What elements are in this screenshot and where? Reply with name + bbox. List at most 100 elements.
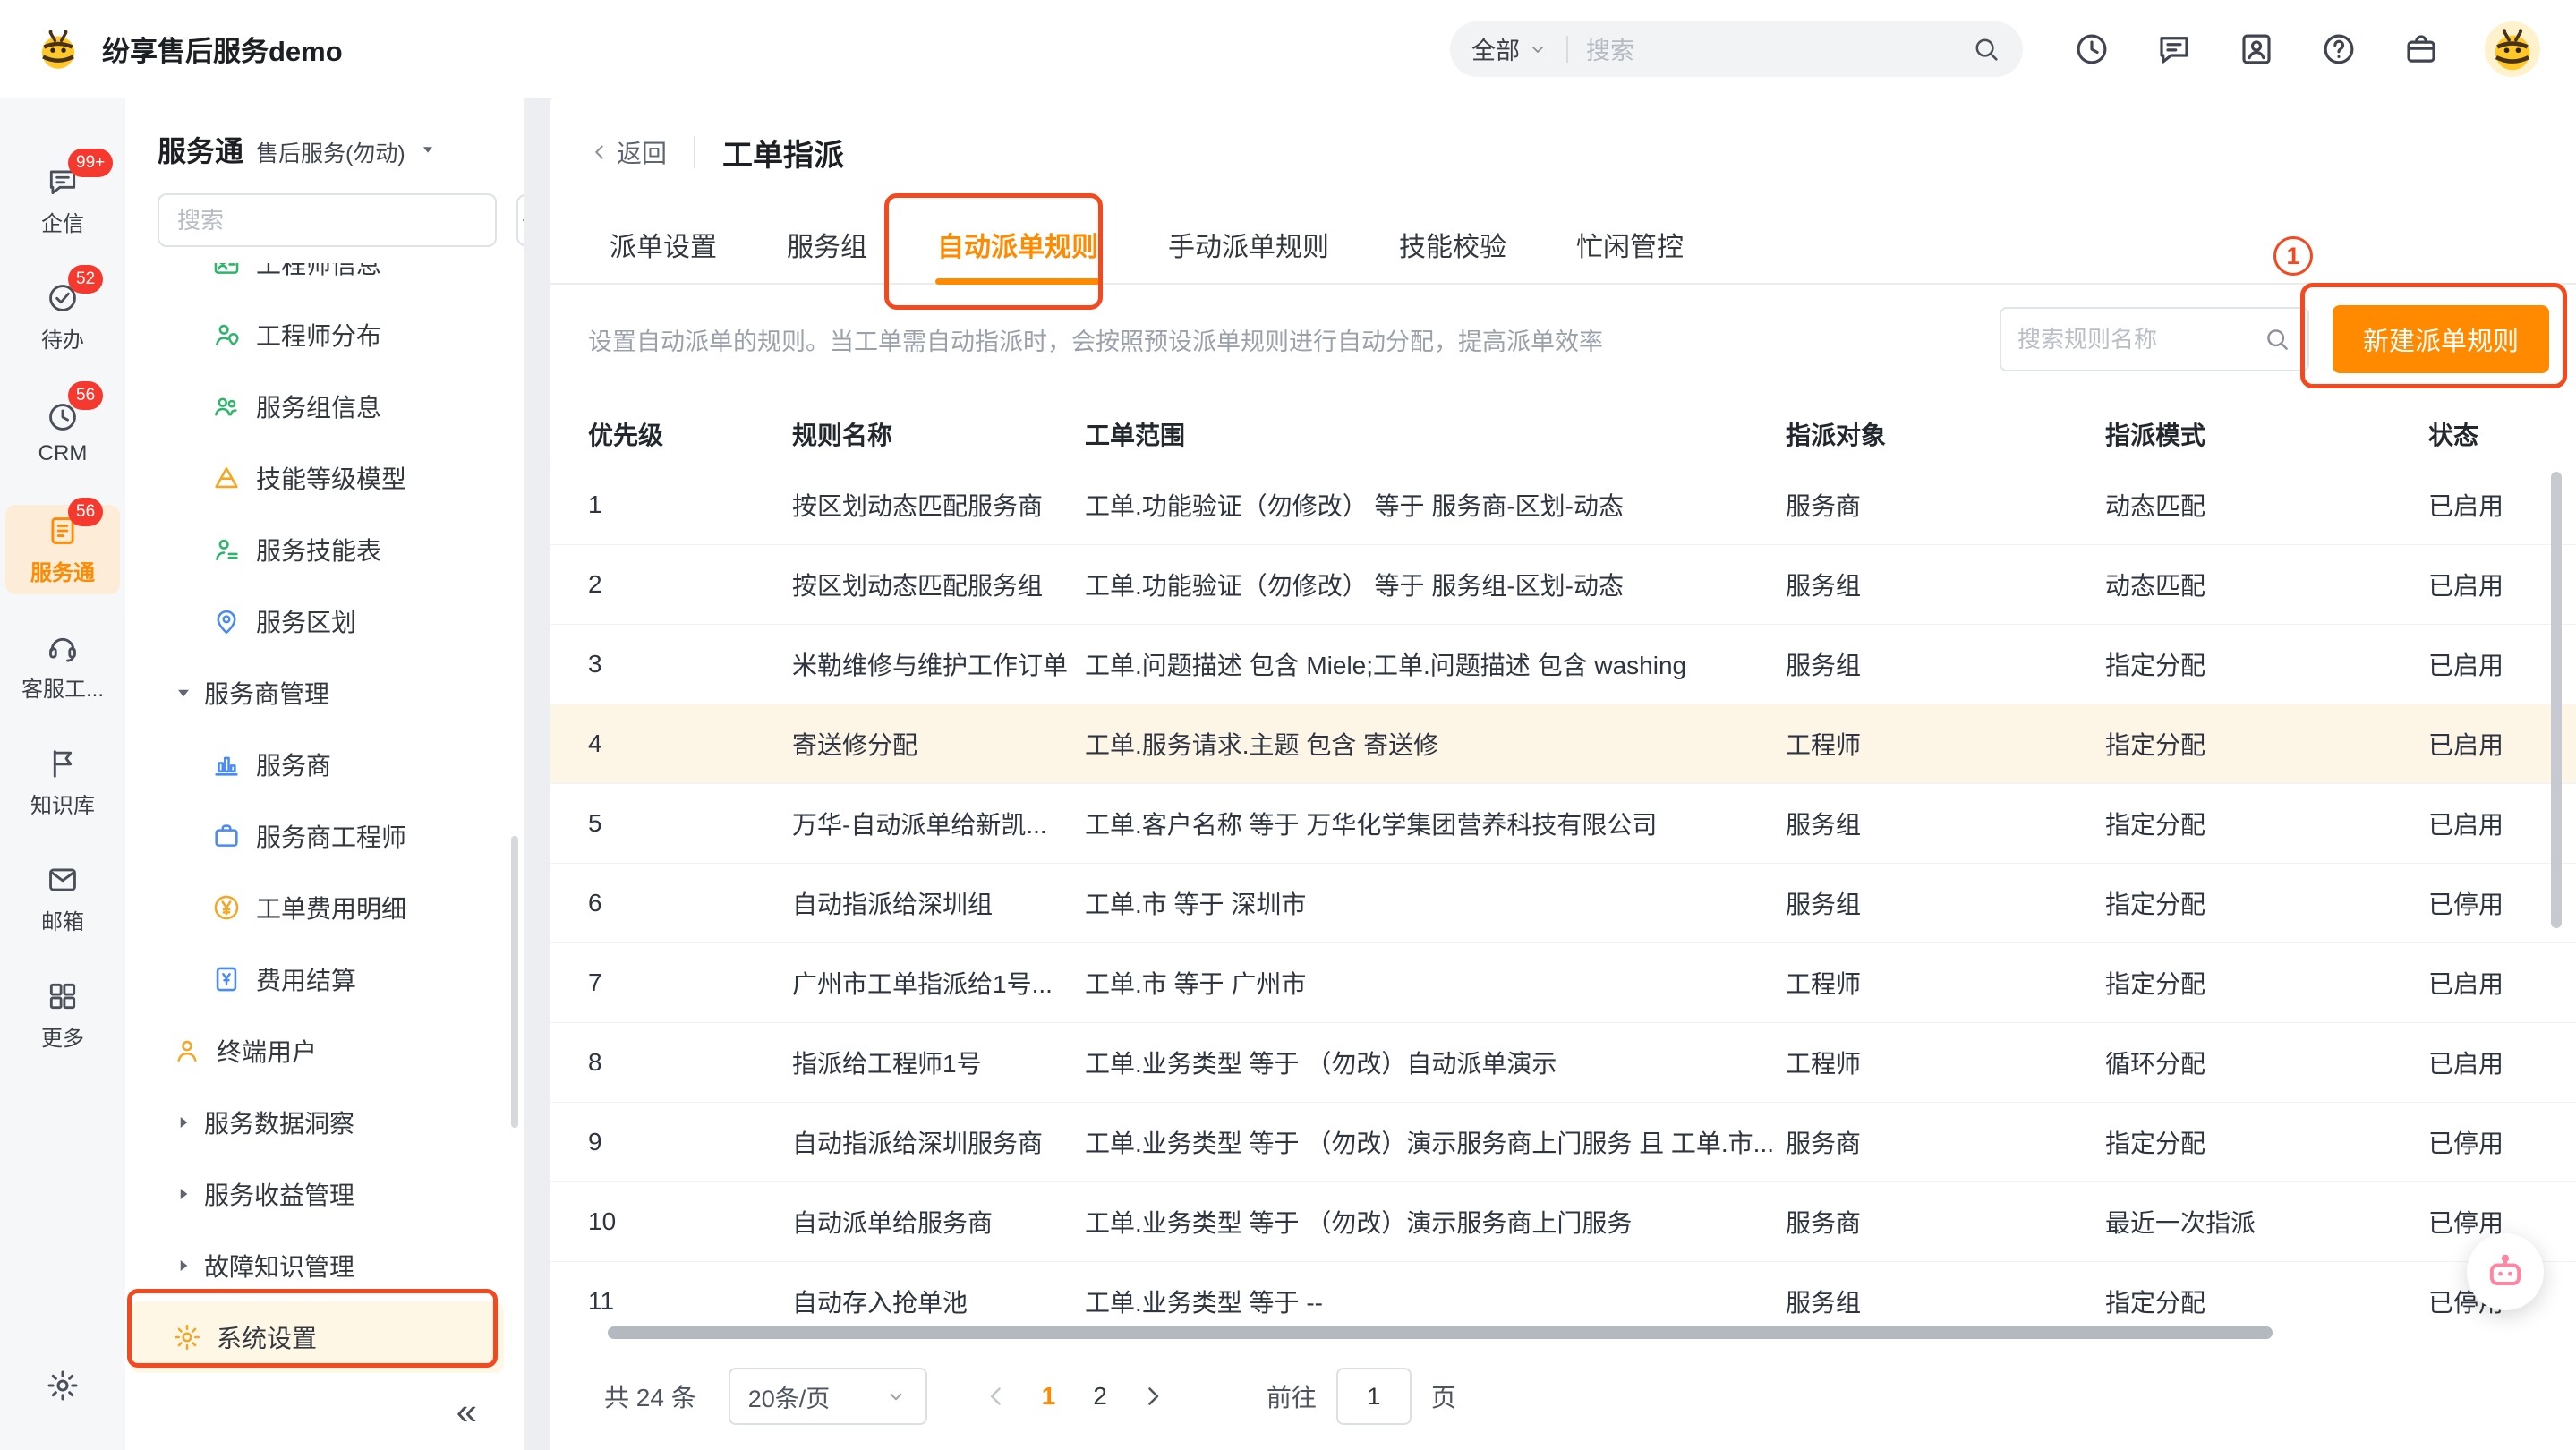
vertical-scrollbar[interactable] xyxy=(2551,472,2562,928)
page-1-button[interactable]: 1 xyxy=(1042,1382,1056,1411)
sidebar-item-3[interactable]: 技能等级模型 xyxy=(125,442,524,514)
sidebar-item-15[interactable]: 系统设置 xyxy=(131,1301,504,1373)
table-row-9[interactable]: 9自动指派给深圳服务商工单.业务类型 等于 （勿改）演示服务商上门服务 且 工单… xyxy=(550,1103,2576,1182)
sidebar-item-12[interactable]: 服务数据洞察 xyxy=(125,1087,524,1158)
column-header-5: 状态 xyxy=(2428,416,2555,452)
rail-item-fuwutong[interactable]: 服务通56 xyxy=(5,505,120,594)
cell-status: 已停用 xyxy=(2428,885,2555,921)
table-row-6[interactable]: 6自动指派给深圳组工单.市 等于 深圳市服务组指定分配已停用 xyxy=(550,864,2576,943)
sidebar-item-2[interactable]: 服务组信息 xyxy=(125,371,524,442)
cell-mode: 指定分配 xyxy=(2105,806,2428,841)
table-row-3[interactable]: 3米勒维修与维护工作订单工单.问题描述 包含 Miele;工单.问题描述 包含 … xyxy=(550,625,2576,704)
cell-mode: 最近一次指派 xyxy=(2105,1204,2428,1240)
assistant-bot-button[interactable] xyxy=(2467,1233,2544,1310)
main-content: 返回 工单指派 派单设置服务组自动派单规则手动派单规则技能校验忙闲管控 设置自动… xyxy=(550,98,2576,1450)
search-icon[interactable] xyxy=(1971,34,2001,64)
tab-3[interactable]: 手动派单规则 xyxy=(1168,206,1329,283)
user-avatar-bee[interactable] xyxy=(2485,21,2540,77)
app-switcher-caret-icon[interactable] xyxy=(418,140,438,159)
cell-mode: 动态匹配 xyxy=(2105,487,2428,523)
rail-item-label: 知识库 xyxy=(30,788,95,819)
sidebar-item-6[interactable]: 服务商管理 xyxy=(125,657,524,729)
search-scope-select[interactable]: 全部 xyxy=(1471,31,1548,66)
add-button[interactable] xyxy=(516,194,524,246)
rule-search-input[interactable] xyxy=(2017,326,2263,354)
tab-1[interactable]: 服务组 xyxy=(787,206,867,283)
sidebar-item-14[interactable]: 故障知识管理 xyxy=(125,1230,524,1301)
column-header-2: 工单范围 xyxy=(1085,416,1786,452)
cell-name: 寄送修分配 xyxy=(792,726,1085,762)
caret-right-icon xyxy=(172,1111,195,1134)
sidebar-item-5[interactable]: 服务区划 xyxy=(125,585,524,657)
contacts-icon[interactable] xyxy=(2238,30,2275,68)
sidebar-item-10[interactable]: 费用结算 xyxy=(125,943,524,1015)
sidebar-item-13[interactable]: 服务收益管理 xyxy=(125,1158,524,1230)
horizontal-scrollbar[interactable] xyxy=(608,1326,2273,1339)
cell-scope: 工单.功能验证（勿修改） 等于 服务商-区划-动态 xyxy=(1085,487,1786,523)
robot-icon xyxy=(2482,1249,2529,1295)
column-header-4: 指派模式 xyxy=(2105,416,2428,452)
tab-4[interactable]: 技能校验 xyxy=(1399,206,1506,283)
table-row-11[interactable]: 11自动存入抢单池工单.业务类型 等于 --服务组指定分配已停用 xyxy=(550,1262,2576,1333)
cell-status: 已启用 xyxy=(2428,1045,2555,1080)
sidebar-item-label: 服务区划 xyxy=(256,603,356,639)
cell-mode: 指定分配 xyxy=(2105,1124,2428,1160)
message-icon[interactable] xyxy=(2155,30,2193,68)
table-row-7[interactable]: 7广州市工单指派给1号...工单.市 等于 广州市工程师指定分配已启用 xyxy=(550,943,2576,1023)
sidebar-item-label: 工程师分布 xyxy=(256,317,381,353)
collapse-sidebar-icon[interactable]: « xyxy=(456,1393,477,1430)
rail-item-more[interactable]: 更多 xyxy=(5,970,120,1060)
table-row-5[interactable]: 5万华-自动派单给新凯...工单.客户名称 等于 万华化学集团营养科技有限公司服… xyxy=(550,784,2576,864)
next-page-button[interactable] xyxy=(1138,1381,1168,1412)
table-body: 1按区划动态匹配服务商工单.功能验证（勿修改） 等于 服务商-区划-动态服务商动… xyxy=(550,465,2576,1333)
table-header-row: 优先级规则名称工单范围指派对象指派模式状态 xyxy=(550,403,2576,465)
page-size-select[interactable]: 20条/页 xyxy=(729,1368,927,1425)
cell-status: 已停用 xyxy=(2428,1124,2555,1160)
sidebar-item-0[interactable]: 工程师信息 xyxy=(125,263,524,299)
cell-status: 已停用 xyxy=(2428,1204,2555,1240)
search-icon[interactable] xyxy=(2263,325,2291,354)
global-search[interactable]: 全部 搜索 xyxy=(1450,21,2023,77)
table-row-8[interactable]: 8指派给工程师1号工单.业务类型 等于 （勿改）自动派单演示工程师循环分配已启用 xyxy=(550,1023,2576,1103)
table-row-4[interactable]: 4寄送修分配工单.服务请求.主题 包含 寄送修工程师指定分配已启用 xyxy=(550,704,2576,784)
rail-item-todo[interactable]: 待办52 xyxy=(5,272,120,362)
bag-icon[interactable] xyxy=(2402,30,2440,68)
table-row-2[interactable]: 2按区划动态匹配服务组工单.功能验证（勿修改） 等于 服务组-区划-动态服务组动… xyxy=(550,545,2576,625)
sidebar-item-9[interactable]: 工单费用明细 xyxy=(125,872,524,943)
cell-name: 米勒维修与维护工作订单 xyxy=(792,646,1085,682)
sidebar-item-8[interactable]: 服务商工程师 xyxy=(125,800,524,872)
back-button[interactable]: 返回 xyxy=(588,134,667,170)
settings-gear-icon[interactable] xyxy=(45,1368,81,1403)
person-skill-icon xyxy=(211,534,242,565)
sidebar-item-4[interactable]: 服务技能表 xyxy=(125,514,524,585)
pagination: 共 24 条 20条/页 12 前往 页 xyxy=(550,1343,2576,1450)
tab-0[interactable]: 派单设置 xyxy=(610,206,717,283)
sidebar-item-11[interactable]: 终端用户 xyxy=(125,1015,524,1087)
sidebar-header[interactable]: 服务通 售后服务(勿动) xyxy=(125,98,524,170)
history-icon[interactable] xyxy=(2073,30,2111,68)
tab-2[interactable]: 自动派单规则 xyxy=(937,206,1098,283)
sidebar-item-label: 服务数据洞察 xyxy=(204,1105,354,1140)
rail-item-mailbox[interactable]: 邮箱 xyxy=(5,854,120,943)
cell-name: 自动指派给深圳组 xyxy=(792,885,1085,921)
rail-item-zhishiku[interactable]: 知识库 xyxy=(5,738,120,827)
page-2-button[interactable]: 2 xyxy=(1093,1382,1107,1411)
rail-item-kefu[interactable]: 客服工... xyxy=(5,621,120,711)
sidebar-scrollbar[interactable] xyxy=(511,836,518,1128)
goto-page-input[interactable] xyxy=(1336,1368,1412,1425)
table-row-1[interactable]: 1按区划动态匹配服务商工单.功能验证（勿修改） 等于 服务商-区划-动态服务商动… xyxy=(550,465,2576,545)
sidebar-item-1[interactable]: 工程师分布 xyxy=(125,299,524,371)
tab-5[interactable]: 忙闲管控 xyxy=(1576,206,1684,283)
rail-item-crm[interactable]: CRM56 xyxy=(5,388,120,478)
column-header-3: 指派对象 xyxy=(1786,416,2105,452)
cell-mode: 循环分配 xyxy=(2105,1045,2428,1080)
create-rule-button[interactable]: 新建派单规则 xyxy=(2333,305,2549,373)
rail-item-qixin[interactable]: 企信99+ xyxy=(5,156,120,245)
sidebar-item-7[interactable]: 服务商 xyxy=(125,729,524,800)
table-row-10[interactable]: 10自动派单给服务商工单.业务类型 等于 （勿改）演示服务商上门服务服务商最近一… xyxy=(550,1182,2576,1262)
sidebar-search-input[interactable] xyxy=(158,193,497,247)
prev-page-button[interactable] xyxy=(981,1381,1011,1412)
sidebar-search-row xyxy=(125,170,524,263)
cell-priority: 9 xyxy=(588,1128,792,1156)
help-icon[interactable] xyxy=(2320,30,2358,68)
